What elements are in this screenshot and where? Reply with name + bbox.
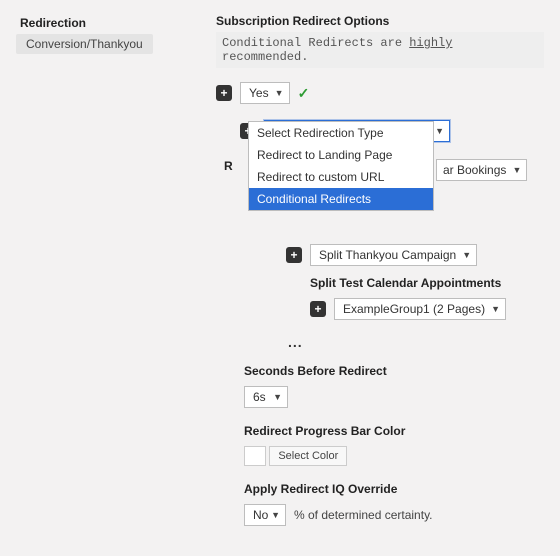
sidebar-title: Redirection <box>20 16 196 30</box>
sidebar-item-conversion[interactable]: Conversion/Thankyou <box>16 34 153 54</box>
note-underline: highly <box>409 36 452 50</box>
progress-color-title: Redirect Progress Bar Color <box>244 424 544 438</box>
ellipsis-icon[interactable]: ... <box>288 334 544 350</box>
hidden-section-label: R <box>224 159 233 173</box>
enable-select-value: Yes <box>249 86 269 100</box>
note-pre: Conditional Redirects are <box>222 36 409 50</box>
chevron-down-icon: ▼ <box>512 165 521 175</box>
split-campaign-select[interactable]: Split Thankyou Campaign ▼ <box>310 244 477 266</box>
bookings-select-value: ar Bookings <box>443 163 506 177</box>
add-icon[interactable]: + <box>310 301 326 317</box>
enable-select[interactable]: Yes ▼ <box>240 82 290 104</box>
chevron-down-icon: ▼ <box>273 392 282 402</box>
override-value: No <box>253 508 268 522</box>
override-suffix: % of determined certainty. <box>294 508 433 522</box>
select-color-button[interactable]: Select Color <box>269 446 347 466</box>
seconds-title: Seconds Before Redirect <box>244 364 544 378</box>
override-title: Apply Redirect IQ Override <box>244 482 544 496</box>
chevron-down-icon: ▼ <box>271 510 280 520</box>
bookings-select[interactable]: ar Bookings ▼ <box>436 159 527 181</box>
seconds-select[interactable]: 6s ▼ <box>244 386 288 408</box>
chevron-down-icon: ▼ <box>435 126 444 136</box>
split-campaign-value: Split Thankyou Campaign <box>319 248 456 262</box>
add-icon[interactable]: + <box>216 85 232 101</box>
redirection-type-dropdown: Select Redirection Type Redirect to Land… <box>248 121 434 211</box>
split-test-group-select[interactable]: ExampleGroup1 (2 Pages) ▼ <box>334 298 506 320</box>
split-test-group-value: ExampleGroup1 (2 Pages) <box>343 302 485 316</box>
chevron-down-icon: ▼ <box>462 250 471 260</box>
note-post: recommended. <box>222 50 308 64</box>
color-swatch[interactable] <box>244 446 266 466</box>
chevron-down-icon: ▼ <box>275 88 284 98</box>
dropdown-option[interactable]: Redirect to custom URL <box>249 166 433 188</box>
check-icon: ✓ <box>298 85 310 102</box>
seconds-value: 6s <box>253 390 266 404</box>
add-icon[interactable]: + <box>286 247 302 263</box>
dropdown-option[interactable]: Redirect to Landing Page <box>249 144 433 166</box>
split-test-title: Split Test Calendar Appointments <box>310 276 544 290</box>
section-title: Subscription Redirect Options <box>216 14 544 28</box>
chevron-down-icon: ▼ <box>491 304 500 314</box>
recommendation-note: Conditional Redirects are highly recomme… <box>216 32 544 68</box>
dropdown-option[interactable]: Select Redirection Type <box>249 122 433 144</box>
dropdown-option-selected[interactable]: Conditional Redirects <box>249 188 433 210</box>
